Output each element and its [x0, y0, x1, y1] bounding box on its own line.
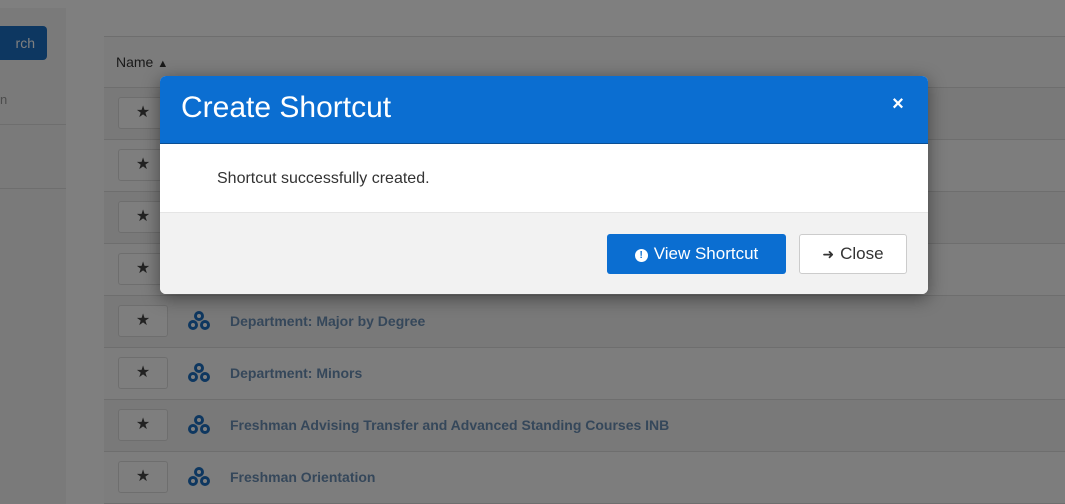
app-page: rch n Name▲ ★★★★★Department: Major by De…	[0, 0, 1065, 504]
arrow-right-icon: ➜	[822, 246, 835, 262]
dialog-body: Shortcut successfully created.	[160, 144, 928, 213]
dialog-message: Shortcut successfully created.	[217, 170, 430, 187]
close-button[interactable]: ➜ Close	[799, 234, 907, 274]
view-shortcut-button[interactable]: ! View Shortcut	[607, 234, 786, 274]
dialog-header: Create Shortcut ×	[160, 76, 928, 144]
dialog-title: Create Shortcut	[181, 91, 392, 124]
info-circle-icon: !	[634, 249, 648, 262]
dialog-footer: ! View Shortcut ➜ Close	[160, 213, 928, 294]
close-label: Close	[840, 244, 884, 263]
close-icon[interactable]: ×	[888, 94, 908, 114]
create-shortcut-dialog: Create Shortcut × Shortcut successfully …	[160, 76, 928, 294]
view-shortcut-label: View Shortcut	[653, 244, 759, 263]
